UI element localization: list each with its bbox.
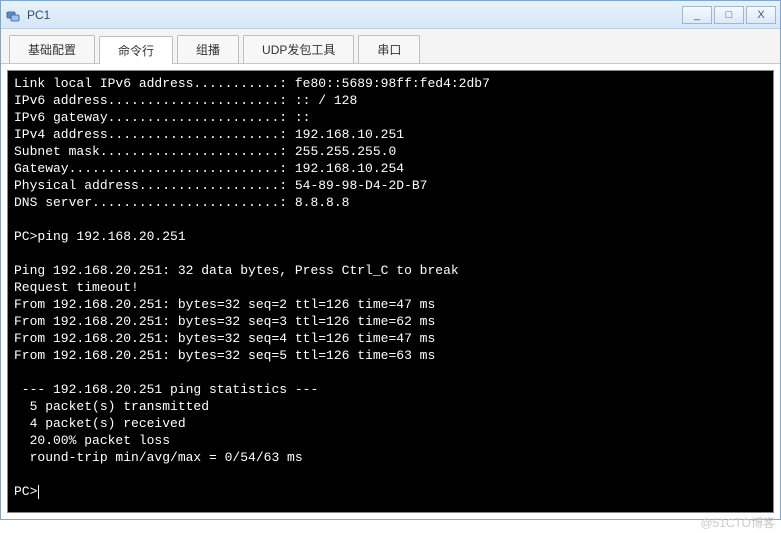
app-icon — [5, 7, 21, 23]
minimize-button[interactable]: _ — [682, 6, 712, 24]
terminal-output[interactable]: Link local IPv6 address...........: fe80… — [7, 70, 774, 513]
tab-basic[interactable]: 基础配置 — [9, 35, 95, 63]
tab-udp[interactable]: UDP发包工具 — [243, 35, 354, 63]
app-window: PC1 _ □ X 基础配置 命令行 组播 UDP发包工具 串口 Link lo… — [0, 0, 781, 520]
tab-cli[interactable]: 命令行 — [99, 36, 173, 64]
terminal-cursor — [38, 485, 39, 499]
window-title: PC1 — [27, 8, 680, 22]
titlebar: PC1 _ □ X — [1, 1, 780, 29]
maximize-button[interactable]: □ — [714, 6, 744, 24]
close-button[interactable]: X — [746, 6, 776, 24]
tab-bar: 基础配置 命令行 组播 UDP发包工具 串口 — [1, 29, 780, 64]
tab-serial[interactable]: 串口 — [358, 35, 420, 63]
tab-mcast[interactable]: 组播 — [177, 35, 239, 63]
